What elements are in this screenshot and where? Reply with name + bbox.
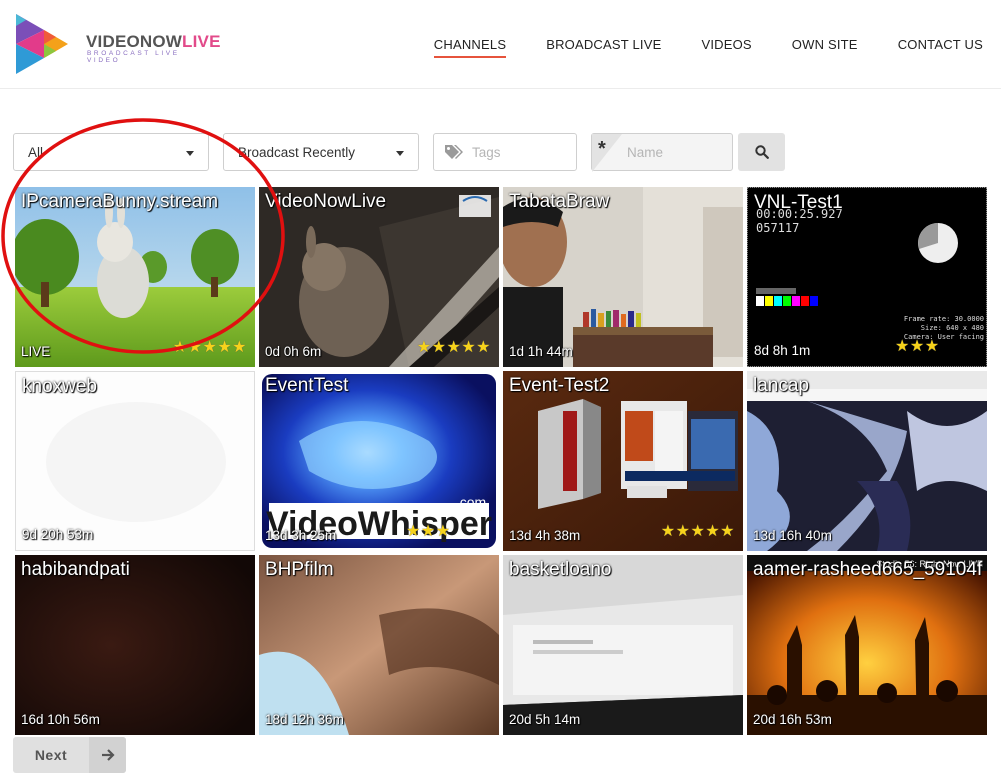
channel-title[interactable]: aamer-rasheed665_59104f [753, 560, 983, 580]
name-field[interactable]: * [591, 133, 733, 172]
rating-stars: ★★★★★ [172, 339, 247, 356]
channel-tile[interactable]: Studio 56: Right Now LIVE aamer-rasheed6… [747, 555, 987, 735]
next-page-button[interactable]: Next [13, 737, 126, 773]
nav-videos[interactable]: VIDEOS [701, 37, 751, 58]
brand-tagline: BROADCAST LIVE VIDEO [87, 50, 180, 64]
next-label: Next [34, 747, 68, 763]
tags-icon [445, 145, 463, 159]
category-select[interactable]: All [13, 133, 209, 171]
channel-thumbnail: 00:00:25.927 057117 Frame rate: 30.0000 … [748, 188, 986, 366]
order-select[interactable]: Broadcast Recently [223, 133, 419, 171]
channel-thumbnail [503, 555, 743, 735]
channel-age: 20d 5h 14m [509, 712, 581, 727]
rating-stars: ★★★ [406, 523, 451, 540]
channel-thumbnail [16, 372, 254, 550]
channel-thumbnail: VideoWhisper .com [259, 371, 499, 551]
channel-title[interactable]: Event-Test2 [509, 376, 739, 396]
site-header: VIDEONOWLIVE BROADCAST LIVE VIDEO CHANNE… [0, 0, 1001, 89]
brand-name: VIDEONOWLIVE [86, 32, 221, 51]
nav-contact-us[interactable]: CONTACT US [898, 37, 983, 58]
channel-thumbnail [503, 187, 743, 367]
channel-tile[interactable]: TabataBraw 1d 1h 44m [503, 187, 743, 367]
channel-age: 16d 10h 56m [21, 712, 100, 727]
site-logo[interactable]: VIDEONOWLIVE BROADCAST LIVE VIDEO [16, 14, 220, 74]
channel-title[interactable]: VNL-Test1 [754, 193, 982, 213]
search-button[interactable] [738, 133, 785, 171]
channel-tile[interactable]: 00:00:25.927 057117 Frame rate: 30.0000 … [747, 187, 987, 367]
asterisk-icon: * [598, 138, 606, 160]
name-input[interactable] [627, 134, 727, 170]
channel-age: LIVE [21, 344, 51, 359]
channel-thumbnail: Studio 56: Right Now LIVE [747, 555, 987, 735]
channel-title[interactable]: lancap [753, 376, 983, 396]
nav-broadcast-live[interactable]: BROADCAST LIVE [546, 37, 661, 58]
channel-tile[interactable]: habibandpati 16d 10h 56m [15, 555, 255, 735]
channel-tile[interactable]: VideoNowLive 0d 0h 6m ★★★★★ [259, 187, 499, 367]
rating-stars: ★★★★★ [416, 339, 491, 356]
stream-frame-number: 057117 [756, 221, 799, 235]
stream-info-line: Frame rate: 30.0000 [904, 315, 984, 323]
order-select-value: Broadcast Recently [238, 145, 356, 160]
channel-age: 13d 4h 38m [509, 528, 581, 543]
arrow-right-icon [89, 737, 126, 773]
channel-title[interactable]: habibandpati [21, 560, 251, 580]
channel-tile[interactable]: VideoWhisper .com EventTest 13d 3h 25m ★… [259, 371, 499, 551]
channel-age: 0d 0h 6m [265, 344, 322, 359]
channel-title[interactable]: TabataBraw [509, 192, 739, 212]
channel-tile[interactable]: IPcameraBunny.stream LIVE ★★★★★ [15, 187, 255, 367]
channel-tile[interactable]: Event-Test2 13d 4h 38m ★★★★★ [503, 371, 743, 551]
stream-info-line: Size: 640 x 480 [921, 324, 984, 332]
search-icon [754, 145, 769, 159]
channel-title[interactable]: knoxweb [22, 377, 250, 397]
play-logo-icon [16, 14, 68, 74]
channel-age: 20d 16h 53m [753, 712, 832, 727]
channel-age: 18d 12h 36m [265, 712, 344, 727]
channel-age: 8d 8h 1m [754, 343, 811, 358]
channel-age: 13d 16h 40m [753, 528, 832, 543]
required-corner [592, 134, 622, 172]
channel-age: 9d 20h 53m [22, 527, 94, 542]
rating-stars: ★★★★★ [660, 523, 735, 540]
tags-input[interactable] [472, 134, 572, 170]
channel-title[interactable]: IPcameraBunny.stream [21, 192, 251, 212]
channel-tile[interactable]: knoxweb 9d 20h 53m [15, 371, 255, 551]
channel-title[interactable]: EventTest [265, 376, 495, 396]
channel-tile[interactable]: lancap 13d 16h 40m [747, 371, 987, 551]
channel-tile[interactable]: basketloano 20d 5h 14m [503, 555, 743, 735]
caret-down-icon [186, 151, 194, 156]
channel-title[interactable]: basketloano [509, 560, 739, 580]
channel-thumbnail [259, 555, 499, 735]
channel-age: 1d 1h 44m [509, 344, 573, 359]
rating-stars: ★★★ [895, 338, 940, 355]
videowhisper-logo-suffix: .com [456, 494, 486, 510]
channel-title[interactable]: BHPfilm [265, 560, 495, 580]
tags-field[interactable] [433, 133, 577, 171]
channel-title[interactable]: VideoNowLive [265, 192, 495, 212]
category-select-value: All [28, 145, 44, 160]
caret-down-icon [396, 151, 404, 156]
channel-tile[interactable]: BHPfilm 18d 12h 36m [259, 555, 499, 735]
nav-channels[interactable]: CHANNELS [433, 37, 507, 58]
main-nav: CHANNELS BROADCAST LIVE VIDEOS OWN SITE … [433, 37, 983, 58]
channel-age: 13d 3h 25m [265, 528, 337, 543]
channel-thumbnail [747, 371, 987, 551]
channel-thumbnail [15, 555, 255, 735]
nav-own-site[interactable]: OWN SITE [792, 37, 858, 58]
